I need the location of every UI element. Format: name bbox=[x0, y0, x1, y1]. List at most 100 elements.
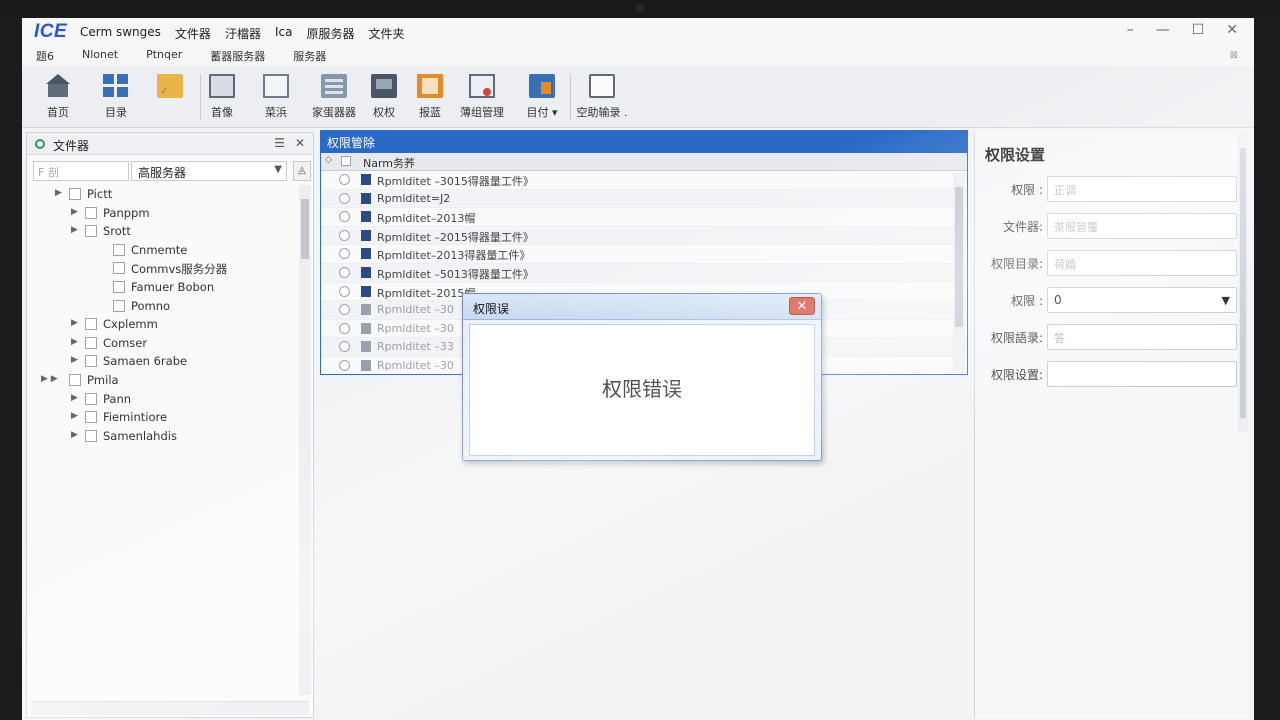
expand-arrow-icon[interactable]: ▶ bbox=[71, 430, 78, 440]
row-radio[interactable] bbox=[339, 266, 350, 278]
tree-item[interactable]: ▶ Samenlahdis bbox=[27, 427, 297, 446]
tree-checkbox[interactable] bbox=[113, 243, 125, 256]
scrollbar-thumb[interactable] bbox=[301, 199, 309, 259]
toolbar-document-button[interactable]: 菜浜 bbox=[248, 72, 304, 124]
toolbar-monitor-button[interactable]: 首像 bbox=[194, 72, 250, 124]
dialog-close-button[interactable]: ✕ bbox=[789, 297, 815, 315]
row-radio[interactable] bbox=[339, 341, 350, 353]
tree-checkbox[interactable] bbox=[113, 262, 125, 275]
list-item[interactable]: Rpmlditet–2013得器量工件》 bbox=[321, 245, 967, 264]
tree-item[interactable]: ▶ Pann bbox=[27, 390, 297, 409]
settings-scrollbar[interactable] bbox=[1238, 132, 1248, 432]
row-radio[interactable] bbox=[339, 304, 350, 316]
menu-item[interactable]: 原服务器 bbox=[306, 25, 354, 42]
tree-item[interactable]: ▶ Pictt bbox=[27, 185, 297, 204]
row-radio[interactable] bbox=[339, 322, 350, 334]
tree-checkbox[interactable] bbox=[85, 206, 97, 219]
server-select[interactable]: 高服务器 ▼ bbox=[131, 161, 287, 181]
pin-icon[interactable]: ⊠ bbox=[1230, 50, 1238, 61]
submenu-item[interactable]: Ptnqer bbox=[146, 48, 182, 64]
submenu-item[interactable]: 服务器 bbox=[293, 48, 326, 64]
field-input[interactable]: 荷婚 bbox=[1047, 250, 1237, 276]
field-input[interactable] bbox=[1047, 361, 1237, 387]
tree-item[interactable]: ▶ Comser bbox=[27, 334, 297, 353]
row-radio[interactable] bbox=[339, 359, 350, 371]
expand-arrow-icon[interactable]: ▶ bbox=[71, 411, 78, 421]
toolbar-folder-button[interactable] bbox=[142, 72, 198, 124]
expand-arrow-icon[interactable]: ▶ bbox=[71, 225, 78, 235]
tree-checkbox[interactable] bbox=[85, 318, 97, 331]
list-item[interactable]: Rpmlditet–2013帽 bbox=[321, 208, 967, 227]
tree-item[interactable]: ▶ Cxplemm bbox=[27, 315, 297, 334]
tree-item[interactable]: ▶ Fiemintiore bbox=[27, 408, 297, 427]
expand-arrow-icon[interactable]: ▶ bbox=[71, 337, 78, 347]
scrollbar-thumb[interactable] bbox=[955, 187, 963, 327]
row-radio[interactable] bbox=[339, 229, 350, 241]
submenu-item[interactable]: 题6 bbox=[36, 48, 54, 64]
expand-arrow-icon[interactable]: ▶ bbox=[55, 188, 62, 198]
tree-checkbox[interactable] bbox=[85, 225, 97, 238]
tree-item[interactable]: Commvs服务分器 bbox=[27, 259, 297, 278]
tree-checkbox[interactable] bbox=[113, 299, 125, 312]
minimize-button[interactable]: — bbox=[1156, 22, 1170, 38]
list-item[interactable]: Rpmlditet –2015得器量工件》 bbox=[321, 226, 967, 246]
expand-arrow-icon[interactable]: ▶ bbox=[71, 355, 78, 365]
row-radio[interactable] bbox=[339, 285, 350, 297]
field-input[interactable]: 茶服管覆 bbox=[1047, 213, 1237, 239]
sort-icon[interactable]: ◇ bbox=[325, 155, 332, 165]
submenu-item[interactable]: 蓄器服务器 bbox=[210, 48, 265, 64]
menu-item[interactable]: 汙檔器 bbox=[225, 25, 261, 42]
scrollbar-thumb[interactable] bbox=[1240, 148, 1246, 418]
toolbar-server-button[interactable]: 家蛋器器 bbox=[306, 72, 362, 124]
tree-item[interactable]: ▶ Samaen 6rabe bbox=[27, 352, 297, 371]
row-radio[interactable] bbox=[339, 248, 350, 260]
permission-select[interactable]: 0 ▼ bbox=[1047, 287, 1237, 313]
tree-item[interactable]: ▶ Srott bbox=[27, 222, 297, 241]
list-scrollbar[interactable] bbox=[953, 173, 965, 371]
list-item[interactable]: Rpmlditet –3015得器量工件》 bbox=[321, 171, 967, 190]
maximize-button[interactable]: ☐ bbox=[1192, 22, 1205, 38]
tree-scrollbar[interactable] bbox=[299, 185, 311, 695]
expand-arrow-icon[interactable]: ▶ ▶ bbox=[41, 374, 58, 384]
help-button[interactable]: – bbox=[1127, 22, 1134, 38]
expand-arrow-icon[interactable]: ▶ bbox=[71, 207, 78, 217]
tree-item[interactable]: ▶ Panppm bbox=[27, 204, 297, 223]
list-item[interactable]: Rpmlditet=J2 bbox=[321, 189, 967, 209]
tree-checkbox[interactable] bbox=[69, 188, 81, 200]
tree-item[interactable]: Famuer Bobon bbox=[27, 278, 297, 297]
tree-checkbox[interactable] bbox=[69, 373, 81, 386]
tree-checkbox[interactable] bbox=[85, 392, 97, 405]
filter-button[interactable]: ◬ bbox=[293, 161, 311, 181]
filter-input[interactable]: F 剖 bbox=[33, 161, 129, 181]
toolbar-calendar-button[interactable]: 目付 ▾ bbox=[514, 72, 570, 124]
menu-item[interactable]: Cerm swnges bbox=[80, 25, 161, 42]
tree-checkbox[interactable] bbox=[85, 411, 97, 424]
row-radio[interactable] bbox=[339, 211, 350, 223]
tree-horizontal-scrollbar[interactable] bbox=[31, 701, 309, 715]
list-icon[interactable]: ☰ bbox=[274, 136, 285, 150]
toolbar-screen-button[interactable]: 空助输录 . bbox=[570, 72, 634, 124]
expand-arrow-icon[interactable]: ▶ bbox=[71, 318, 78, 328]
row-radio[interactable] bbox=[339, 174, 350, 185]
row-radio[interactable] bbox=[339, 192, 350, 204]
close-window-button[interactable]: ✕ bbox=[1226, 22, 1238, 38]
name-column[interactable]: Narm务荞 bbox=[363, 155, 415, 171]
list-item[interactable]: Rpmlditet –5013得器量工件》 bbox=[321, 263, 967, 283]
menu-item[interactable]: 文件器 bbox=[175, 25, 211, 42]
tree-checkbox[interactable] bbox=[85, 429, 97, 442]
menu-item[interactable]: Ica bbox=[275, 25, 293, 42]
tree-item[interactable]: Cnmemte bbox=[27, 241, 297, 260]
field-input[interactable]: 正调 bbox=[1047, 176, 1237, 202]
toolbar-group-button[interactable]: 薄组管理 bbox=[454, 72, 510, 124]
toolbar-directory-button[interactable]: 目录 bbox=[88, 72, 144, 124]
tree-checkbox[interactable] bbox=[113, 280, 125, 293]
tree-item[interactable]: ▶ ▶ Pmila bbox=[27, 371, 297, 390]
submenu-item[interactable]: Nlonet bbox=[82, 48, 118, 64]
field-input[interactable]: 答 bbox=[1047, 324, 1237, 350]
tree-checkbox[interactable] bbox=[85, 355, 97, 368]
toolbar-home-button[interactable]: 首页 bbox=[30, 72, 86, 124]
close-icon[interactable]: ✕ bbox=[295, 136, 305, 150]
expand-arrow-icon[interactable]: ▶ bbox=[71, 393, 78, 403]
tree-item[interactable]: Pomno bbox=[27, 297, 297, 316]
toolbar-report-button[interactable]: 报蓝 bbox=[402, 72, 458, 124]
